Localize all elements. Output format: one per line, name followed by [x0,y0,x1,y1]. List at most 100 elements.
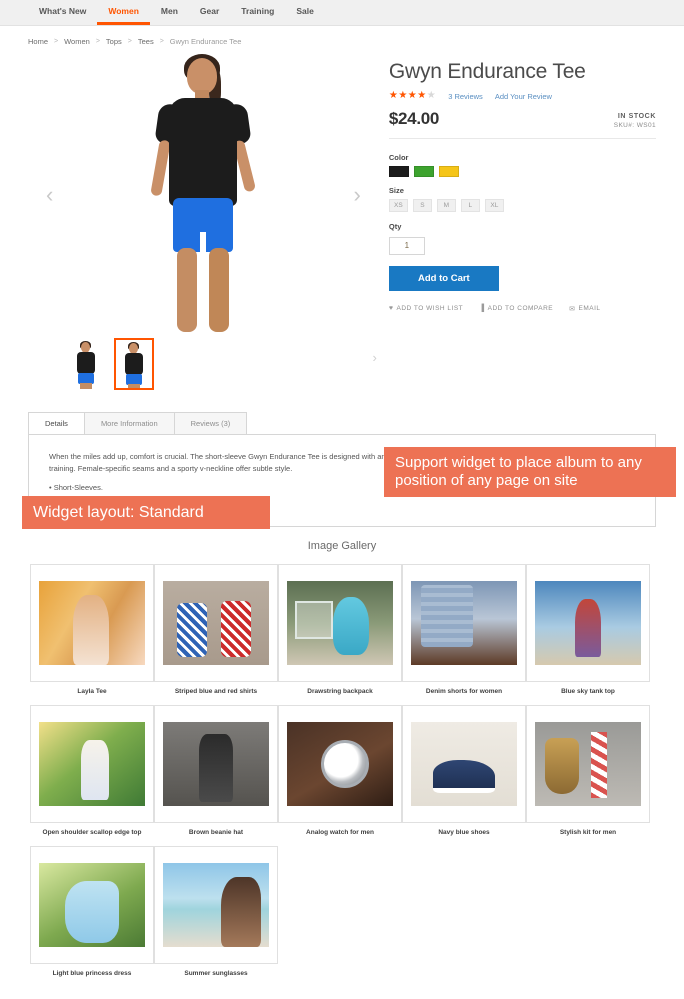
gallery-image-card[interactable] [154,564,278,683]
thumbnail-strip: › [28,332,379,390]
gallery-item-caption: Summer sunglasses [184,970,248,978]
breadcrumb-link-home[interactable]: Home [28,37,48,46]
nav-item-gear[interactable]: Gear [189,0,230,25]
size-option-s[interactable]: S [412,199,432,212]
gallery-item: Brown beanie hat [154,705,278,836]
gallery-image-card[interactable] [526,564,650,683]
product-section: ‹ › › Gwyn Endurance Tee ★★★★★ 3 Reviews… [0,54,684,390]
gallery-photo [163,722,269,807]
size-option-m[interactable]: M [436,199,456,212]
nav-item-what-s-new[interactable]: What's New [28,0,97,25]
image-gallery-widget: Image Gallery Layla Tee Striped blue and … [0,540,684,987]
add-review-link[interactable]: Add Your Review [495,92,552,101]
gallery-image-card[interactable] [30,564,154,683]
gallery-photo [163,581,269,666]
reviews-link[interactable]: 3 Reviews [448,92,483,101]
gallery-image-card[interactable] [30,846,154,965]
product-gallery: ‹ › › [28,54,379,390]
main-navigation: What's New Women Men Gear Training Sale [0,0,684,26]
gallery-photo-art [163,722,269,807]
gallery-photo [39,581,145,666]
action-label: ADD TO WISH LIST [396,305,464,312]
breadcrumb: Home > Women > Tops > Tees > Gwyn Endurance Tee [0,26,684,54]
gallery-image-card[interactable] [526,705,650,824]
gallery-photo-art [39,863,145,948]
gallery-image-card[interactable] [30,705,154,824]
gallery-item-caption: Denim shorts for women [425,688,503,696]
breadcrumb-link-tops[interactable]: Tops [106,37,122,46]
gallery-photo-art [39,722,145,807]
gallery-item-caption: Open shoulder scallop edge top [42,829,142,837]
size-option-xl[interactable]: XL [484,199,504,212]
gallery-photo [39,722,145,807]
next-image-arrow-icon[interactable]: › [354,184,361,206]
gallery-photo [39,863,145,948]
gallery-item-caption: Light blue princess dress [52,970,132,978]
product-main-image[interactable]: ‹ › [28,54,379,332]
annotation-widget-placement: Support widget to place album to any pos… [384,447,676,497]
rating-stars[interactable]: ★★★★★ [389,91,436,101]
nav-item-training[interactable]: Training [230,0,285,25]
tab-more-information[interactable]: More Information [83,412,175,435]
gallery-image-card[interactable] [402,705,526,824]
product-actions: ♥ ADD TO WISH LIST ▐ ADD TO COMPARE ✉ EMAIL [389,305,656,313]
gallery-photo [535,581,641,666]
nav-item-men[interactable]: Men [150,0,189,25]
gallery-heading: Image Gallery [307,540,377,553]
action-label: ADD TO COMPARE [487,305,554,312]
rating-row: ★★★★★ 3 Reviews Add Your Review [389,91,656,101]
thumbnail-2[interactable] [114,338,154,390]
product-price: $24.00 [388,109,440,128]
size-option-xs[interactable]: XS [388,199,408,212]
gallery-photo-art [287,722,393,807]
gallery-item: Drawstring backpack [278,564,402,695]
size-label: Size [388,186,404,195]
email-button[interactable]: ✉ EMAIL [569,305,600,313]
breadcrumb-link-tees[interactable]: Tees [138,37,154,46]
prev-image-arrow-icon[interactable]: ‹ [46,184,53,206]
gallery-image-card[interactable] [278,564,402,683]
gallery-photo-art [535,581,641,666]
qty-label: Qty [388,222,402,231]
gallery-item-caption: Stylish kit for men [559,829,617,837]
color-swatch-black[interactable] [388,166,409,177]
gallery-image-card[interactable] [154,846,278,965]
gallery-image-card[interactable] [402,564,526,683]
gallery-photo-art [411,722,517,807]
gallery-item: Layla Tee [30,564,154,695]
quantity-stepper[interactable] [388,236,425,255]
gallery-photo-art [287,581,393,666]
add-to-wish-list-button[interactable]: ♥ ADD TO WISH LIST [389,305,463,312]
annotation-widget-layout: Widget layout: Standard [22,496,270,530]
gallery-photo [163,863,269,948]
gallery-item: Denim shorts for women [402,564,526,695]
gallery-photo [287,581,393,666]
gallery-item: Analog watch for men [278,705,402,836]
color-swatch-green[interactable] [413,166,434,177]
thumbnail-next-arrow-icon[interactable]: › [373,350,377,365]
add-to-compare-button[interactable]: ▐ ADD TO COMPARE [479,305,553,312]
nav-item-women[interactable]: Women [97,0,150,25]
breadcrumb-separator-icon: > [159,38,164,45]
tab-details[interactable]: Details [28,412,85,435]
size-option-l[interactable]: L [460,199,480,212]
gallery-item: Navy blue shoes [402,705,526,836]
add-to-cart-button[interactable]: Add to Cart [388,265,499,291]
product-info: Gwyn Endurance Tee ★★★★★ 3 Reviews Add Y… [388,54,656,390]
tab-reviews-[interactable]: Reviews (3) [173,412,248,435]
envelope-icon: ✉ [569,305,576,313]
gallery-item: Open shoulder scallop edge top [30,705,154,836]
gallery-photo-art [39,581,145,666]
gallery-item-caption: Analog watch for men [306,829,374,837]
gallery-image-card[interactable] [278,705,402,824]
gallery-item-caption: Layla Tee [77,688,107,696]
gallery-item-caption: Blue sky tank top [561,688,615,696]
color-swatch-yellow[interactable] [438,166,459,177]
nav-item-sale[interactable]: Sale [285,0,325,25]
gallery-image-card[interactable] [154,705,278,824]
gallery-photo [535,722,641,807]
breadcrumb-link-women[interactable]: Women [64,37,90,46]
gallery-grid: Layla Tee Striped blue and red shirts Draw… [0,564,684,987]
thumbnail-1[interactable] [66,338,106,390]
gallery-item: Light blue princess dress [30,846,154,977]
